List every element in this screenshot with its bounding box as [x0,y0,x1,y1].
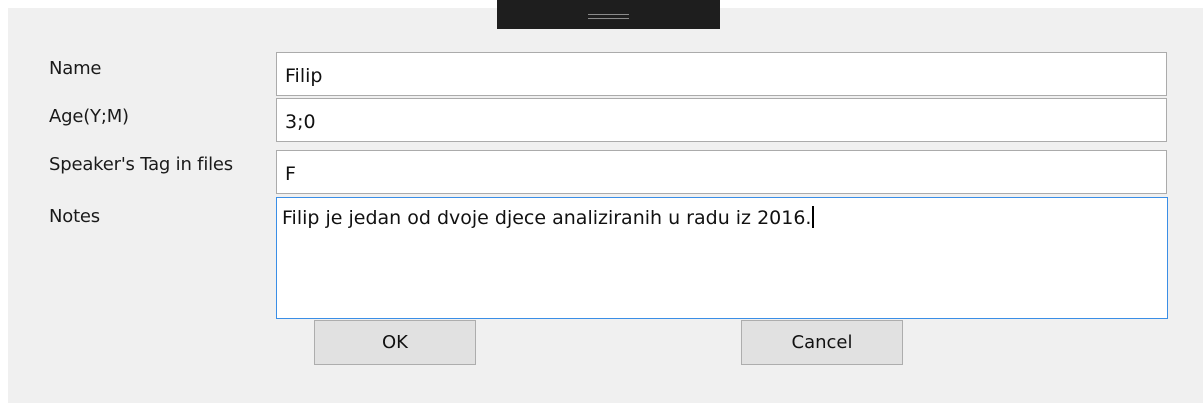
name-label: Name [49,58,102,79]
speaker-tag-field[interactable]: F [276,150,1167,194]
age-label: Age(Y;M) [49,106,129,127]
ok-button-label: OK [382,332,408,353]
notes-textarea[interactable]: Filip je jedan od dvoje djece analiziran… [276,197,1168,319]
cancel-button-label: Cancel [791,332,853,353]
age-field[interactable]: 3;0 [276,98,1167,142]
ok-button[interactable]: OK [314,320,476,365]
text-caret [812,206,815,228]
notes-content: Filip je jedan od dvoje djece analiziran… [282,206,815,229]
speaker-tag-value: F [285,163,296,185]
name-field[interactable]: Filip [276,52,1167,96]
name-value: Filip [285,65,323,87]
notes-value: Filip je jedan od dvoje djece analiziran… [282,207,812,229]
notes-label: Notes [49,206,100,227]
grip-line [588,18,629,19]
cancel-button[interactable]: Cancel [741,320,903,365]
age-value: 3;0 [285,111,316,133]
drag-handle[interactable] [497,0,720,29]
grip-line [588,14,629,15]
speaker-tag-label: Speaker's Tag in files [49,154,233,175]
